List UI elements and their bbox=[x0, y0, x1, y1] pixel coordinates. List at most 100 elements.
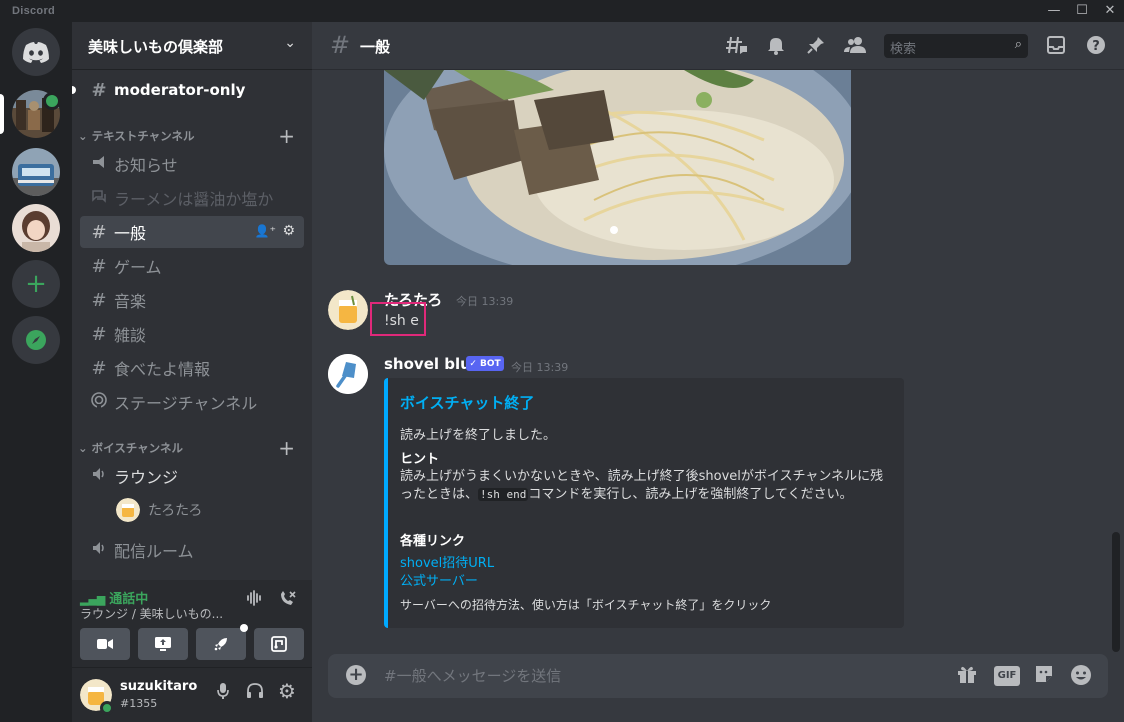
help-icon[interactable]: ? bbox=[1086, 35, 1106, 60]
chat-scrollbar[interactable] bbox=[1112, 532, 1120, 652]
channel-label: ラーメンは醤油か塩か bbox=[114, 190, 274, 209]
gear-icon[interactable]: ⚙ bbox=[282, 223, 295, 239]
online-status-dot bbox=[100, 701, 114, 715]
create-channel-icon[interactable]: + bbox=[278, 124, 295, 148]
unread-indicator bbox=[72, 86, 76, 94]
channel-game[interactable]: # ゲーム bbox=[80, 250, 304, 282]
speaker-icon bbox=[88, 466, 110, 487]
channel-stage[interactable]: ステージチャンネル bbox=[80, 386, 304, 418]
avatar[interactable] bbox=[328, 290, 368, 330]
member-list-icon[interactable] bbox=[844, 35, 866, 60]
disconnect-call-icon[interactable] bbox=[278, 590, 296, 612]
voice-user-tarotaro[interactable]: たろたろ bbox=[116, 498, 202, 522]
server-icon-train[interactable] bbox=[12, 148, 60, 196]
inbox-icon[interactable] bbox=[1046, 35, 1066, 60]
channel-announcements[interactable]: お知らせ bbox=[80, 148, 304, 180]
username: suzukitaro bbox=[120, 679, 198, 694]
server-header[interactable]: 美味しいもの倶楽部 ⌄ bbox=[72, 22, 312, 70]
voice-connection-panel: ▂▄▆ 通話中 ラウンジ / 美味しいもの... bbox=[72, 580, 312, 668]
noise-suppression-icon[interactable] bbox=[246, 590, 264, 610]
channel-ramen-forum[interactable]: ラーメンは醤油か塩か bbox=[80, 182, 304, 214]
gif-button[interactable]: GIF bbox=[994, 666, 1020, 686]
invite-icon[interactable]: 👤⁺ bbox=[255, 224, 276, 238]
search-input[interactable]: 検索 ⌕ bbox=[884, 34, 1028, 58]
channel-food-report[interactable]: # 食べたよ情報 bbox=[80, 352, 304, 384]
bot-embed: ボイスチャット終了 読み上げを終了しました。 ヒント 読み上げがうまくいかないと… bbox=[384, 378, 904, 628]
drink-avatar-icon bbox=[328, 290, 368, 330]
channel-title: 一般 bbox=[360, 38, 391, 56]
hash-icon: # bbox=[91, 357, 107, 379]
search-icon: ⌕ bbox=[1014, 37, 1022, 52]
hash-icon: # bbox=[91, 289, 107, 311]
channel-sidebar: 美味しいもの倶楽部 ⌄ # moderator-only ⌄ テキストチャンネル… bbox=[72, 22, 312, 722]
bot-badge: ✓ BOT bbox=[466, 356, 504, 371]
channel-general[interactable]: # 一般 👤⁺ ⚙ bbox=[80, 216, 304, 248]
notification-bell-icon[interactable] bbox=[766, 35, 786, 60]
channel-label: 音楽 bbox=[114, 292, 147, 311]
pin-icon[interactable] bbox=[806, 35, 826, 60]
shovel-avatar-icon bbox=[328, 354, 368, 394]
server-list: + bbox=[0, 22, 72, 722]
emoji-icon[interactable] bbox=[1070, 664, 1092, 691]
close-button[interactable]: ✕ bbox=[1096, 0, 1124, 22]
stage-icon bbox=[88, 391, 110, 414]
camera-button[interactable] bbox=[80, 628, 130, 660]
voice-channel-streaming[interactable]: 配信ルーム bbox=[80, 534, 304, 566]
explore-servers-button[interactable] bbox=[12, 316, 60, 364]
channel-music[interactable]: # 音楽 bbox=[80, 284, 304, 316]
chevron-down-icon[interactable]: ⌄ bbox=[284, 35, 296, 51]
headphones-icon[interactable] bbox=[246, 682, 264, 705]
hash-icon: # bbox=[330, 31, 351, 59]
new-dot bbox=[240, 624, 248, 632]
server-name: 美味しいもの倶楽部 bbox=[88, 38, 224, 56]
screen-share-button[interactable] bbox=[138, 628, 188, 660]
activity-button[interactable] bbox=[196, 624, 248, 660]
channel-chat[interactable]: # 雑談 bbox=[80, 318, 304, 350]
embed-title[interactable]: ボイスチャット終了 bbox=[400, 392, 534, 413]
train-photo-icon bbox=[12, 148, 60, 196]
message-timestamp: 今日 13:39 bbox=[511, 361, 569, 374]
voice-location[interactable]: ラウンジ / 美味しいもの... bbox=[80, 605, 223, 622]
chat-area: # 一般 検索 ⌕ ? たろたろ 今日 13:39 !sh e shovel b… bbox=[312, 22, 1124, 722]
megaphone-icon bbox=[88, 154, 110, 174]
channel-label: 一般 bbox=[114, 224, 147, 243]
home-button[interactable] bbox=[12, 28, 60, 76]
category-voice-channels[interactable]: ⌄ ボイスチャンネル + bbox=[72, 436, 312, 460]
portrait-photo-icon bbox=[12, 204, 60, 252]
soundboard-button[interactable] bbox=[254, 628, 304, 660]
upload-plus-button[interactable]: + bbox=[346, 665, 366, 685]
avatar[interactable] bbox=[328, 354, 368, 394]
channel-moderator-only[interactable]: # moderator-only bbox=[80, 74, 304, 106]
embed-field-value: 読み上げがうまくいかないときや、読み上げ終了後shovelがボイスチャンネルに残… bbox=[400, 469, 884, 502]
category-text-channels[interactable]: ⌄ テキストチャンネル + bbox=[72, 124, 312, 148]
voice-channel-lounge[interactable]: ラウンジ bbox=[80, 460, 304, 492]
category-label: テキストチャンネル bbox=[91, 129, 195, 143]
inline-code: !sh end bbox=[478, 488, 529, 501]
embed-link-invite[interactable]: shovel招待URL bbox=[400, 552, 494, 571]
selected-server-pill bbox=[0, 94, 4, 134]
server-icon-portrait[interactable] bbox=[12, 204, 60, 252]
channel-label: 食べたよ情報 bbox=[114, 360, 211, 379]
message-input[interactable] bbox=[384, 665, 884, 687]
embed-link-server[interactable]: 公式サーバー bbox=[400, 570, 478, 589]
hash-lock-icon: # bbox=[91, 79, 107, 101]
user-tag: #1355 bbox=[120, 697, 158, 710]
channel-label: ラウンジ bbox=[114, 468, 179, 487]
threads-icon[interactable] bbox=[726, 35, 748, 60]
message-timestamp: 今日 13:39 bbox=[456, 295, 514, 308]
highlight-box bbox=[370, 302, 426, 336]
discord-logo-icon bbox=[23, 42, 49, 63]
channel-label: ゲーム bbox=[114, 258, 162, 277]
minimize-button[interactable]: — bbox=[1040, 0, 1068, 22]
settings-gear-icon[interactable]: ⚙ bbox=[278, 679, 296, 703]
add-server-button[interactable]: + bbox=[12, 260, 60, 308]
maximize-button[interactable]: ☐ bbox=[1068, 0, 1096, 22]
image-attachment[interactable] bbox=[384, 70, 851, 265]
gift-icon[interactable] bbox=[956, 664, 978, 689]
sticker-icon[interactable] bbox=[1034, 664, 1054, 689]
soundboard-icon bbox=[271, 636, 287, 652]
category-chevron-icon: ⌄ bbox=[78, 441, 92, 455]
category-chevron-icon: ⌄ bbox=[78, 129, 92, 143]
create-channel-icon[interactable]: + bbox=[278, 436, 295, 460]
microphone-icon[interactable] bbox=[216, 682, 230, 705]
